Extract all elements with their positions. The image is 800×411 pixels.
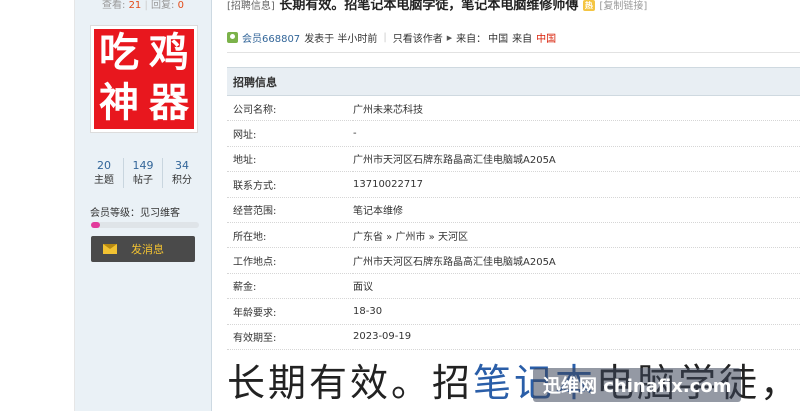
job-info-table: 招聘信息 公司名称: 广州未来芯科技 网址: - 地址: 广州市天河区石牌东路晶高汇佳… (227, 67, 800, 350)
from-country: 中国 (488, 34, 509, 45)
only-author-link[interactable]: 只看该作者 (393, 30, 443, 45)
level-progress-bar (91, 222, 199, 228)
table-row: 公司名称: 广州未来芯科技 (227, 95, 800, 122)
stat-points[interactable]: 34 积分 (163, 158, 201, 188)
author-link[interactable]: 会员668807 (242, 30, 300, 45)
author-sidebar: 查看: 21 | 回复: 0 吃 鸡 神 器 20 主题 149 帖子 34 积… (74, 0, 212, 411)
table-row: 地址: 广州市天河区石牌东路晶高汇佳电脑城A205A (227, 146, 800, 173)
level-progress-fill (91, 222, 100, 228)
table-row: 薪金: 面议 (227, 273, 800, 300)
table-row: 工作地点: 广州市天河区石牌东路晶高汇佳电脑城A205A (227, 247, 800, 274)
triangle-right-icon: ▶ (446, 33, 453, 42)
page-margin (0, 0, 74, 411)
divider (227, 52, 800, 53)
table-row: 联系方式: 13710022717 (227, 171, 800, 198)
post-content: [招聘信息] 长期有效。招笔记本电脑学徒，笔记本电脑维修师傅 热 [复制链接] … (211, 0, 800, 411)
table-row: 经营范围: 笔记本维修 (227, 197, 800, 223)
user-stats: 20 主题 149 帖子 34 积分 (85, 158, 201, 188)
envelope-icon (103, 244, 117, 254)
avatar[interactable]: 吃 鸡 神 器 (91, 26, 197, 132)
copy-link[interactable]: [复制链接] (599, 1, 647, 12)
post-title-row: [招聘信息] 长期有效。招笔记本电脑学徒，笔记本电脑维修师傅 热 [复制链接] (227, 0, 647, 13)
post-category-link[interactable]: [招聘信息] (227, 1, 275, 12)
post-meta: 会员668807 发表于 半小时前 | 只看该作者 ▶ 来自： 中国 来自 中国 (227, 30, 556, 45)
from-country-2: 中国 (536, 34, 557, 45)
site-watermark: 迅维网 chinafix.com (533, 368, 742, 402)
send-message-button[interactable]: 发消息 (91, 236, 195, 262)
table-header: 招聘信息 (227, 67, 800, 96)
user-icon (227, 32, 238, 43)
post-time: 发表于 半小时前 (304, 34, 378, 45)
post-title: 长期有效。招笔记本电脑学徒，笔记本电脑维修师傅 (279, 0, 579, 13)
table-row: 有效期至: 2023-09-19 (227, 324, 800, 350)
avatar-image: 吃 鸡 神 器 (94, 29, 194, 129)
stat-topics[interactable]: 20 主题 (85, 158, 124, 188)
views-count: 21 (128, 0, 142, 11)
member-level: 会员等级：见习维客 (90, 208, 180, 219)
table-row: 年龄要求: 18-30 (227, 298, 800, 325)
stat-posts[interactable]: 149 帖子 (124, 158, 163, 188)
hot-badge-icon: 热 (582, 0, 595, 11)
table-row: 网址: - (227, 120, 800, 147)
replies-count: 0 (177, 0, 184, 11)
view-reply-counts: 查看: 21 | 回复: 0 (102, 0, 184, 11)
table-row: 所在地: 广东省 » 广州市 » 天河区 (227, 222, 800, 249)
